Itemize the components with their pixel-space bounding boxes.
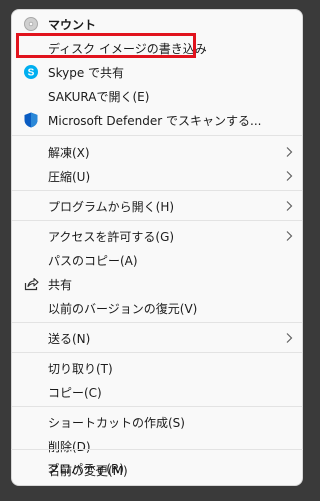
menu-item-open-with[interactable]: プログラムから開く(H) (12, 194, 302, 218)
menu-item-label: ショートカットの作成(S) (48, 415, 185, 430)
menu-separator (12, 190, 302, 191)
chevron-right-icon (285, 230, 293, 242)
menu-item-mount[interactable]: マウント (12, 12, 302, 36)
menu-item-label: 切り取り(T) (48, 361, 113, 376)
menu-item-label: ディスク イメージの書き込み (48, 41, 207, 56)
menu-item-label: マウント (48, 17, 97, 32)
menu-item-label: プロパティ(R) (47, 461, 124, 476)
menu-item-send-to[interactable]: 送る(N) (12, 326, 302, 350)
menu-item-extract[interactable]: 解凍(X) (12, 140, 302, 164)
chevron-right-icon (285, 200, 293, 212)
menu-separator (12, 135, 302, 136)
menu-item-copy-path[interactable]: パスのコピー(A) (12, 248, 302, 272)
share-icon (23, 276, 39, 292)
menu-item-properties[interactable]: プロパティ(R) (11, 456, 303, 480)
chevron-right-icon (285, 170, 293, 182)
menu-item-label: 解凍(X) (48, 145, 90, 160)
menu-item-label: 送る(N) (48, 331, 91, 346)
chevron-right-icon (285, 146, 293, 158)
menu-item-label: 圧縮(U) (48, 169, 91, 184)
context-menu: マウント ディスク イメージの書き込み S Skype で共有 SAKURAで開… (11, 9, 303, 486)
disc-icon (23, 16, 39, 32)
menu-item-copy[interactable]: コピー(C) (12, 380, 302, 404)
menu-item-label: Microsoft Defender でスキャンする... (48, 113, 262, 128)
menu-item-label: パスのコピー(A) (48, 253, 138, 268)
menu-item-restore-previous-versions[interactable]: 以前のバージョンの復元(V) (12, 296, 302, 320)
menu-separator (12, 322, 302, 323)
menu-item-burn-disc-image[interactable]: ディスク イメージの書き込み (12, 36, 302, 60)
menu-item-label: SAKURAで開く(E) (48, 89, 150, 104)
skype-icon: S (23, 64, 39, 80)
menu-item-label: 共有 (48, 277, 73, 292)
menu-separator (12, 352, 302, 353)
menu-item-share-skype[interactable]: S Skype で共有 (12, 60, 302, 84)
menu-separator (12, 406, 302, 407)
menu-separator (12, 220, 302, 221)
menu-item-cut[interactable]: 切り取り(T) (12, 356, 302, 380)
menu-item-compress[interactable]: 圧縮(U) (12, 164, 302, 188)
menu-item-label: プログラムから開く(H) (48, 199, 175, 214)
menu-item-give-access[interactable]: アクセスを許可する(G) (12, 224, 302, 248)
menu-item-label: アクセスを許可する(G) (48, 229, 175, 244)
menu-item-label: 削除(D) (48, 439, 91, 454)
chevron-right-icon (285, 332, 293, 344)
menu-item-delete[interactable]: 削除(D) (12, 434, 302, 458)
menu-item-label: 以前のバージョンの復元(V) (48, 301, 198, 316)
menu-item-share[interactable]: 共有 (12, 272, 302, 296)
defender-shield-icon (23, 112, 39, 128)
svg-text:S: S (28, 68, 35, 79)
menu-item-label: コピー(C) (48, 385, 102, 400)
menu-item-open-sakura[interactable]: SAKURAで開く(E) (12, 84, 302, 108)
menu-separator (11, 449, 303, 450)
menu-item-label: Skype で共有 (48, 65, 125, 80)
menu-item-create-shortcut[interactable]: ショートカットの作成(S) (12, 410, 302, 434)
menu-item-defender-scan[interactable]: Microsoft Defender でスキャンする... (12, 108, 302, 132)
